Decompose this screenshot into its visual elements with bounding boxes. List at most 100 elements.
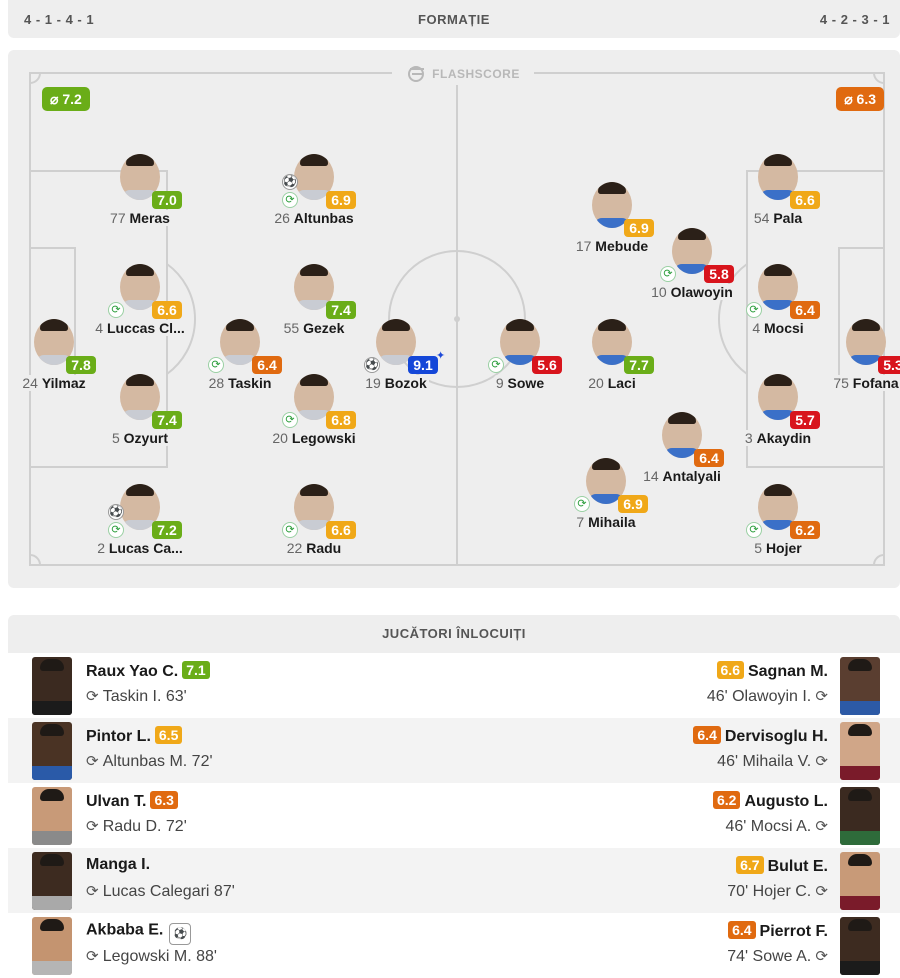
player-shirt <box>32 766 72 780</box>
player-label-bg: 20 Laci <box>586 375 638 391</box>
player-name: Radu <box>306 540 342 556</box>
player-shirt <box>32 961 72 975</box>
substitution-icon: ⟳ <box>811 883 828 900</box>
home-sub-in[interactable]: Manga I. <box>86 856 150 874</box>
away-sub-out-text: 46' Olawoyin I. <box>706 688 812 705</box>
home-sub-out-text: Altunbas M. 72' <box>102 753 213 770</box>
player-name: Ozyurt <box>123 430 169 446</box>
player-label: 54 Pala <box>718 210 838 226</box>
away-sub-out: 70' Hojer C. ⟳ <box>727 882 828 901</box>
player-label: 4 Mocsi <box>718 320 838 336</box>
substitution-icon: ⟳ <box>660 266 676 282</box>
player-label: 5 Ozyurt <box>80 430 200 446</box>
player-number: 19 <box>365 375 385 391</box>
player-card[interactable]: 6.9 17 Mebude <box>552 182 672 268</box>
home-sub-out: ⟳ Lucas Calegari 87' <box>86 882 235 901</box>
away-sub-in[interactable]: 6.4 Pierrot F. <box>728 921 828 941</box>
away-sub-photo <box>840 657 880 715</box>
home-sub-in-name[interactable]: Ulvan T. <box>86 793 146 810</box>
away-formation: 4 - 2 - 3 - 1 <box>819 12 890 27</box>
player-number: 10 <box>651 284 671 300</box>
pitch: FLASHSCORE ⌀ 7.2 ⌀ 6.3 7.8 24 Yilmaz 7.0 77… <box>8 50 900 588</box>
substitution-icon: ⟳ <box>282 412 298 428</box>
player-number: 20 <box>272 430 292 446</box>
player-card[interactable]: 6.9 ⚽ ⟳ 26 Altunbas <box>254 154 374 240</box>
player-hair <box>764 374 792 386</box>
player-hair <box>300 264 328 276</box>
player-number: 54 <box>753 210 774 226</box>
player-hair <box>848 919 872 931</box>
away-sub-out-text: 46' Mocsi A. <box>725 818 812 835</box>
away-sub-out: 46' Mihaila V. ⟳ <box>717 752 828 771</box>
player-name: Altunbas <box>293 210 354 226</box>
away-sub-out: 74' Sowe A. ⟳ <box>727 947 828 966</box>
player-label: 7 Mihaila <box>546 514 666 530</box>
player-hair <box>300 374 328 386</box>
away-sub-in[interactable]: 6.7 Bulut E. <box>736 856 828 876</box>
player-number: 5 <box>754 540 766 556</box>
home-sub-in-name[interactable]: Manga I. <box>86 856 150 873</box>
home-sub-rating: 6.5 <box>154 726 183 744</box>
substitution-icon: ⟳ <box>86 883 103 900</box>
player-name: Laci <box>607 375 636 391</box>
home-sub-out-text: Radu D. 72' <box>102 818 187 835</box>
formation-bar: 4 - 1 - 4 - 1 FORMAȚIE 4 - 2 - 3 - 1 <box>8 0 900 38</box>
away-sub-in[interactable]: 6.4 Dervisoglu H. <box>693 726 828 746</box>
player-name: Hojer <box>765 540 802 556</box>
home-sub-in[interactable]: Raux Yao C. 7.1 <box>86 661 210 681</box>
away-sub-in-name[interactable]: Augusto L. <box>744 793 828 810</box>
home-sub-rating: 7.1 <box>182 661 210 679</box>
home-sub-in-name[interactable]: Akbaba E. <box>86 922 163 939</box>
player-label-bg: 54 Pala <box>751 210 805 226</box>
player-name: Meras <box>129 210 170 226</box>
away-sub-rating: 6.7 <box>736 856 764 874</box>
player-hair <box>126 484 154 496</box>
player-name: Sowe <box>507 375 545 391</box>
player-hair <box>764 154 792 166</box>
home-sub-in[interactable]: Akbaba E. ⚽ <box>86 921 192 945</box>
player-number: 4 <box>752 320 764 336</box>
player-name: Akaydin <box>756 430 812 446</box>
home-sub-photo <box>32 657 72 715</box>
player-label-bg: 7 Mihaila <box>574 514 638 530</box>
player-card[interactable]: 7.0 77 Meras <box>80 154 200 240</box>
away-sub-in-name[interactable]: Dervisoglu H. <box>725 728 828 745</box>
player-label-bg: 9 Sowe <box>493 375 547 391</box>
away-sub-in[interactable]: 6.2 Augusto L. <box>712 791 828 811</box>
substitution-icon: ⟳ <box>282 522 298 538</box>
away-sub-in-name[interactable]: Sagnan M. <box>748 663 828 680</box>
player-number: 5 <box>111 430 124 446</box>
player-rating: 6.6 <box>152 301 182 319</box>
away-sub-in-name[interactable]: Bulut E. <box>768 858 828 875</box>
substitution-icon: ⟳ <box>86 688 103 705</box>
away-sub-in-name[interactable]: Pierrot F. <box>760 923 828 940</box>
player-label-bg: 10 Olawoyin <box>649 284 735 300</box>
player-hair <box>848 789 872 801</box>
player-hair <box>506 319 534 331</box>
home-sub-out-text: Lucas Calegari 87' <box>102 883 235 900</box>
home-sub-in-name[interactable]: Pintor L. <box>86 728 151 745</box>
away-sub-rating: 6.4 <box>693 726 721 744</box>
player-card[interactable]: 6.6 ⟳ 22 Radu <box>254 484 374 570</box>
substitution-icon: ⟳ <box>811 818 828 835</box>
player-card[interactable]: 9.1 ✦ ⚽ 19 Bozok <box>336 319 456 405</box>
player-shirt <box>840 831 880 845</box>
player-rating: 7.2 <box>152 521 182 539</box>
player-card[interactable]: 7.2 ⚽ ⟳ 2 Lucas Ca... <box>80 484 200 570</box>
home-sub-in[interactable]: Pintor L. 6.5 <box>86 726 183 746</box>
player-number: 9 <box>495 375 508 391</box>
away-sub-photo <box>840 917 880 975</box>
player-hair <box>598 182 626 194</box>
away-sub-in[interactable]: 6.6 Sagnan M. <box>716 661 828 681</box>
player-label-bg: 17 Mebude <box>573 238 651 254</box>
player-label-bg: 5 Hojer <box>752 540 804 556</box>
player-card[interactable]: 6.9 ⟳ 7 Mihaila <box>546 458 666 544</box>
home-sub-in-name[interactable]: Raux Yao C. <box>86 663 178 680</box>
player-name: Olawoyin <box>670 284 733 300</box>
home-sub-photo <box>32 722 72 780</box>
substitution-icon: ⟳ <box>811 688 828 705</box>
player-hair <box>764 484 792 496</box>
player-label: 19 Bozok <box>336 375 456 391</box>
player-card[interactable]: 5.6 ⟳ 9 Sowe <box>460 319 580 405</box>
home-sub-in[interactable]: Ulvan T. 6.3 <box>86 791 178 811</box>
